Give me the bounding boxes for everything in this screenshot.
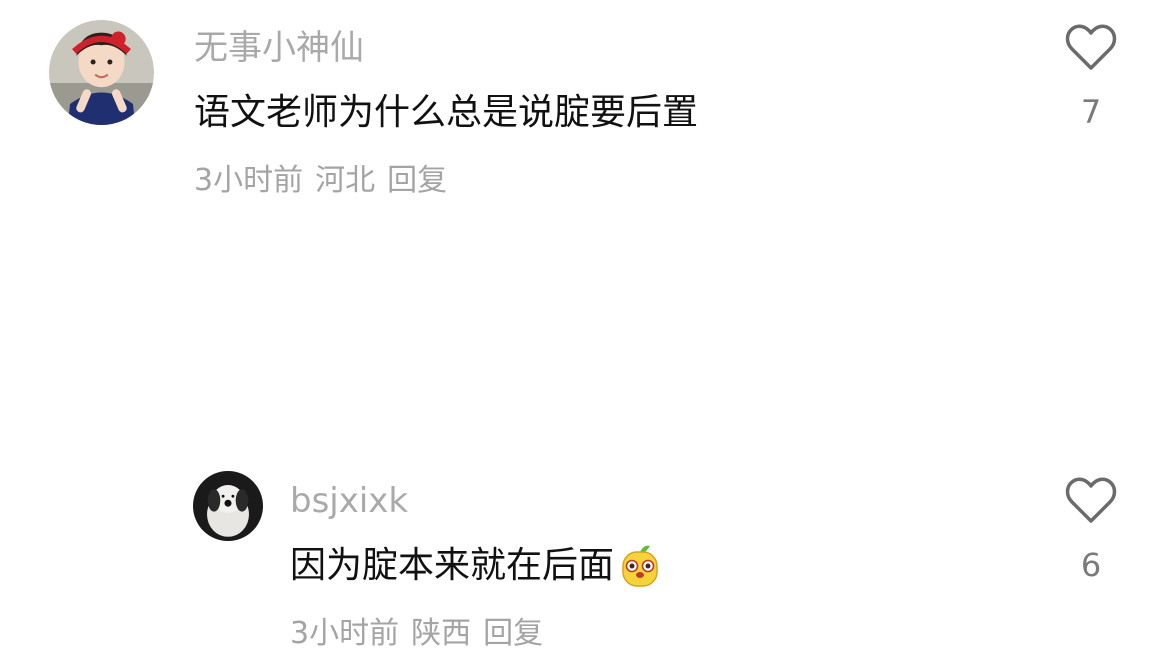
- location: 陕西: [411, 616, 472, 651]
- comment: 无事小神仙 语文老师为什么总是说腚要后置 3小时前 河北 回复 7: [0, 0, 1170, 225]
- comment-meta: 3小时前 陕西 回复: [290, 616, 543, 652]
- like-count: 7: [1080, 93, 1102, 131]
- heart-outline-icon[interactable]: [1065, 24, 1117, 72]
- username[interactable]: bsjxixk: [290, 481, 408, 521]
- location: 河北: [315, 163, 376, 198]
- like-control: 6: [1060, 477, 1122, 583]
- username[interactable]: 无事小神仙: [194, 28, 364, 68]
- comment-text: 因为腚本来就在后面: [290, 542, 664, 590]
- comment-text-content: 因为腚本来就在后面: [290, 545, 615, 586]
- yellow-sprout-emoji-icon: [616, 542, 664, 590]
- girl-avatar-icon: [49, 20, 154, 125]
- plush-dog-avatar-icon: [193, 471, 263, 541]
- timestamp: 3小时前: [290, 616, 400, 651]
- comment-meta: 3小时前 河北 回复: [194, 163, 447, 199]
- like-count: 6: [1080, 546, 1102, 584]
- reply-button[interactable]: 回复: [483, 616, 543, 652]
- avatar[interactable]: [49, 20, 154, 125]
- reply-button[interactable]: 回复: [387, 163, 447, 199]
- like-control: 7: [1060, 24, 1122, 130]
- comment-text: 语文老师为什么总是说腚要后置: [194, 91, 698, 135]
- heart-outline-icon[interactable]: [1065, 477, 1117, 525]
- comment-text-content: 语文老师为什么总是说腚要后置: [194, 92, 699, 133]
- avatar[interactable]: [193, 471, 263, 541]
- timestamp: 3小时前: [194, 163, 304, 198]
- reply-comment: bsjxixk 因为腚本来就在后面 3小时前 陕西 回复 6: [0, 225, 1170, 651]
